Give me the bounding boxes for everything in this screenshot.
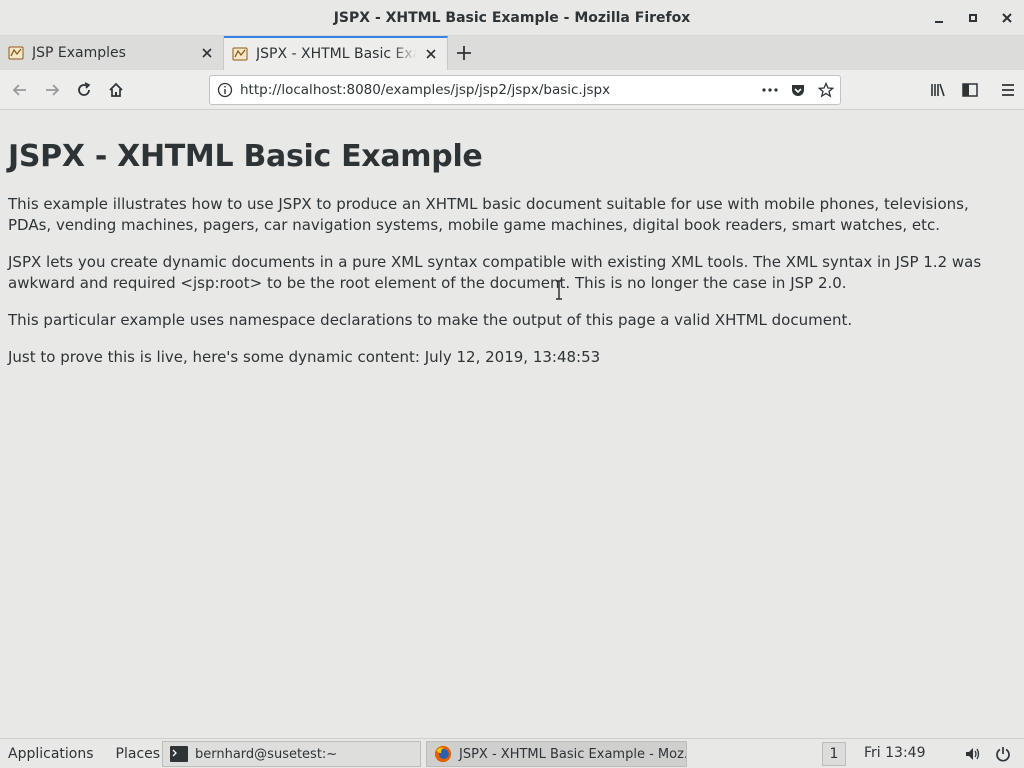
close-icon xyxy=(1002,13,1012,23)
home-button[interactable] xyxy=(100,74,132,106)
workspace-indicator[interactable]: 1 xyxy=(822,742,846,766)
volume-button[interactable] xyxy=(958,742,988,766)
more-dots-icon xyxy=(762,88,778,92)
bookmark-star-button[interactable] xyxy=(812,76,840,104)
taskbar-firefox[interactable]: JSPX - XHTML Basic Example - Moz... xyxy=(426,741,687,767)
plus-icon xyxy=(457,46,471,60)
pocket-button[interactable] xyxy=(784,76,812,104)
sidebar-toggle-button[interactable] xyxy=(954,74,986,106)
page-content: JSPX - XHTML Basic Example This example … xyxy=(0,111,1024,738)
menu-button[interactable] xyxy=(992,74,1024,106)
info-icon xyxy=(217,82,233,98)
navigation-toolbar: http://localhost:8080/examples/jsp/jsp2/… xyxy=(0,70,1024,110)
hamburger-menu-icon xyxy=(1002,84,1014,96)
url-bar[interactable]: http://localhost:8080/examples/jsp/jsp2/… xyxy=(209,75,841,105)
library-button[interactable] xyxy=(922,74,954,106)
taskbar-label: JSPX - XHTML Basic Example - Moz... xyxy=(459,746,687,762)
close-icon xyxy=(426,49,436,59)
maximize-button[interactable] xyxy=(956,0,990,36)
taskbar-label: bernhard@susetest:~ xyxy=(195,746,338,762)
forward-arrow-icon xyxy=(46,83,60,96)
window-controls xyxy=(922,0,1024,36)
tab-label: JSP Examples xyxy=(32,45,126,61)
power-button[interactable] xyxy=(988,742,1018,766)
close-icon xyxy=(202,48,212,58)
tomcat-favicon-icon xyxy=(8,46,24,60)
paragraph-jspx-syntax: JSPX lets you create dynamic documents i… xyxy=(8,253,982,292)
page-actions-button[interactable] xyxy=(756,76,784,104)
home-icon xyxy=(109,82,123,97)
star-icon xyxy=(818,82,834,98)
tomcat-favicon-icon xyxy=(232,47,248,61)
window-titlebar: JSPX - XHTML Basic Example - Mozilla Fir… xyxy=(0,0,1024,36)
reload-icon xyxy=(78,81,91,96)
tab-jspx-basic[interactable]: JSPX - XHTML Basic Example xyxy=(224,36,448,70)
back-button[interactable] xyxy=(4,74,36,106)
minimize-button[interactable] xyxy=(922,0,956,36)
power-icon xyxy=(996,747,1010,762)
tab-close-button[interactable] xyxy=(199,45,215,61)
toolbar-right xyxy=(922,74,1024,106)
applications-menu[interactable]: Applications xyxy=(0,746,102,762)
text-cursor-icon xyxy=(556,280,562,300)
tab-close-button[interactable] xyxy=(423,46,439,62)
site-info-button[interactable] xyxy=(210,82,240,98)
paragraph-intro: This example illustrates how to use JSPX… xyxy=(8,195,969,234)
reload-button[interactable] xyxy=(68,74,100,106)
forward-button[interactable] xyxy=(36,74,68,106)
terminal-icon xyxy=(170,746,188,762)
library-icon xyxy=(931,83,945,97)
maximize-icon xyxy=(969,14,977,22)
url-text[interactable]: http://localhost:8080/examples/jsp/jsp2/… xyxy=(240,82,756,98)
minimize-icon xyxy=(935,21,943,23)
taskbar-terminal[interactable]: bernhard@susetest:~ xyxy=(162,741,421,767)
page-heading: JSPX - XHTML Basic Example xyxy=(8,139,483,174)
volume-icon xyxy=(966,748,980,760)
close-window-button[interactable] xyxy=(990,0,1024,36)
sidebar-icon xyxy=(962,83,978,97)
bottom-panel: Applications Places bernhard@susetest:~ … xyxy=(0,738,1024,768)
firefox-icon xyxy=(434,745,452,763)
clock[interactable]: Fri 13:49 xyxy=(864,745,925,761)
tab-bar: JSP Examples JSPX - XHTML Basic Example xyxy=(0,36,1024,70)
system-tray xyxy=(958,742,1018,766)
tab-jsp-examples[interactable]: JSP Examples xyxy=(0,36,224,70)
paragraph-dynamic-content: Just to prove this is live, here's some … xyxy=(8,348,601,366)
paragraph-namespace: This particular example uses namespace d… xyxy=(8,311,853,329)
window-title: JSPX - XHTML Basic Example - Mozilla Fir… xyxy=(333,9,691,26)
new-tab-button[interactable] xyxy=(448,36,480,70)
back-arrow-icon xyxy=(12,83,26,96)
pocket-icon xyxy=(792,85,804,96)
tab-label: JSPX - XHTML Basic Example xyxy=(256,46,417,62)
places-menu[interactable]: Places xyxy=(108,746,169,762)
